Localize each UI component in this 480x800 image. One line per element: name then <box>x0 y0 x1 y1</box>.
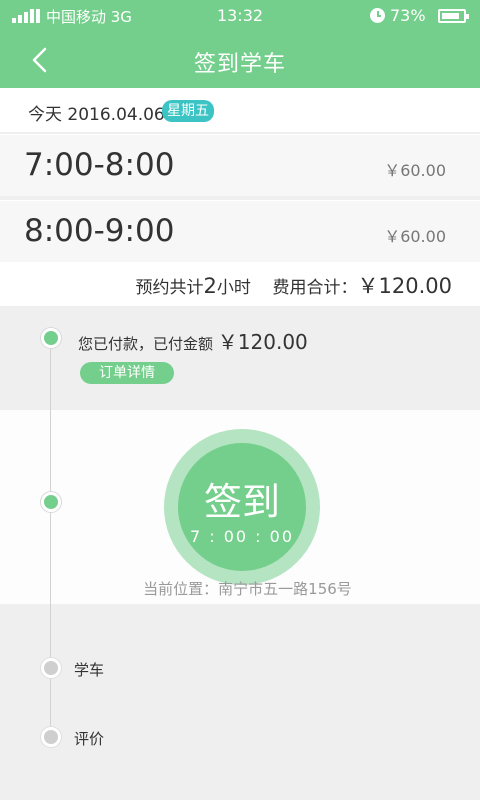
paid-amount: ￥120.00 <box>217 330 308 354</box>
status-bar: 中国移动 3G 13:32 73% <box>0 0 480 32</box>
summary-hours-unit: 小时 <box>216 278 251 298</box>
page-title: 签到学车 <box>193 52 286 77</box>
nav-bar: 签到学车 <box>0 32 480 88</box>
payment-status-text: 您已付款，已付金额 <box>78 335 214 353</box>
step-label-review: 评价 <box>74 730 105 748</box>
checkin-label: 签到 <box>203 480 280 524</box>
timeline-dot-current <box>41 492 61 512</box>
slot-time-range: 7:00-8:00 <box>24 147 175 183</box>
summary-prefix: 预约共计 <box>135 278 204 298</box>
order-detail-button[interactable]: 订单详情 <box>80 362 174 384</box>
timeline-dot-done <box>41 328 61 348</box>
weekday-badge: 星期五 <box>162 100 214 122</box>
checkin-button[interactable]: 签到 7 : 00 : 00 <box>164 429 320 585</box>
time-slot-row: 7:00-8:00 ￥60.00 <box>0 134 480 196</box>
summary-hours: 2 <box>203 274 217 298</box>
slot-price: ￥60.00 <box>384 161 446 180</box>
slot-time-range: 8:00-9:00 <box>24 213 175 249</box>
time-slot-row: 8:00-9:00 ￥60.00 <box>0 200 480 262</box>
battery-icon <box>438 9 469 23</box>
slot-price: ￥60.00 <box>384 227 446 246</box>
timeline-dot-pending <box>41 658 61 678</box>
step-label-learn: 学车 <box>74 661 105 679</box>
booking-summary: 预约共计2小时 费用合计：￥120.00 <box>0 262 480 306</box>
date-text: 今天 2016.04.06 <box>28 105 165 125</box>
timeline-step-paid <box>0 306 480 410</box>
checkin-button-inner: 签到 7 : 00 : 00 <box>178 443 306 571</box>
alarm-icon <box>370 8 385 23</box>
battery-percent: 73% <box>390 6 426 25</box>
summary-text: 预约共计2小时 费用合计：￥120.00 <box>136 270 452 300</box>
timeline-dot-pending <box>41 727 61 747</box>
fee-total: ￥120.00 <box>357 274 452 298</box>
fee-label: 费用合计： <box>272 278 358 298</box>
date-row: 今天 2016.04.06 星期五 <box>0 88 480 132</box>
checkin-time: 7 : 00 : 00 <box>189 527 295 546</box>
timeline-line <box>50 338 51 738</box>
timeline-step-remaining <box>0 604 480 800</box>
payment-status: 您已付款，已付金额 ￥120.00 <box>78 326 308 355</box>
current-location: 当前位置：南宁市五一路156号 <box>143 580 352 598</box>
